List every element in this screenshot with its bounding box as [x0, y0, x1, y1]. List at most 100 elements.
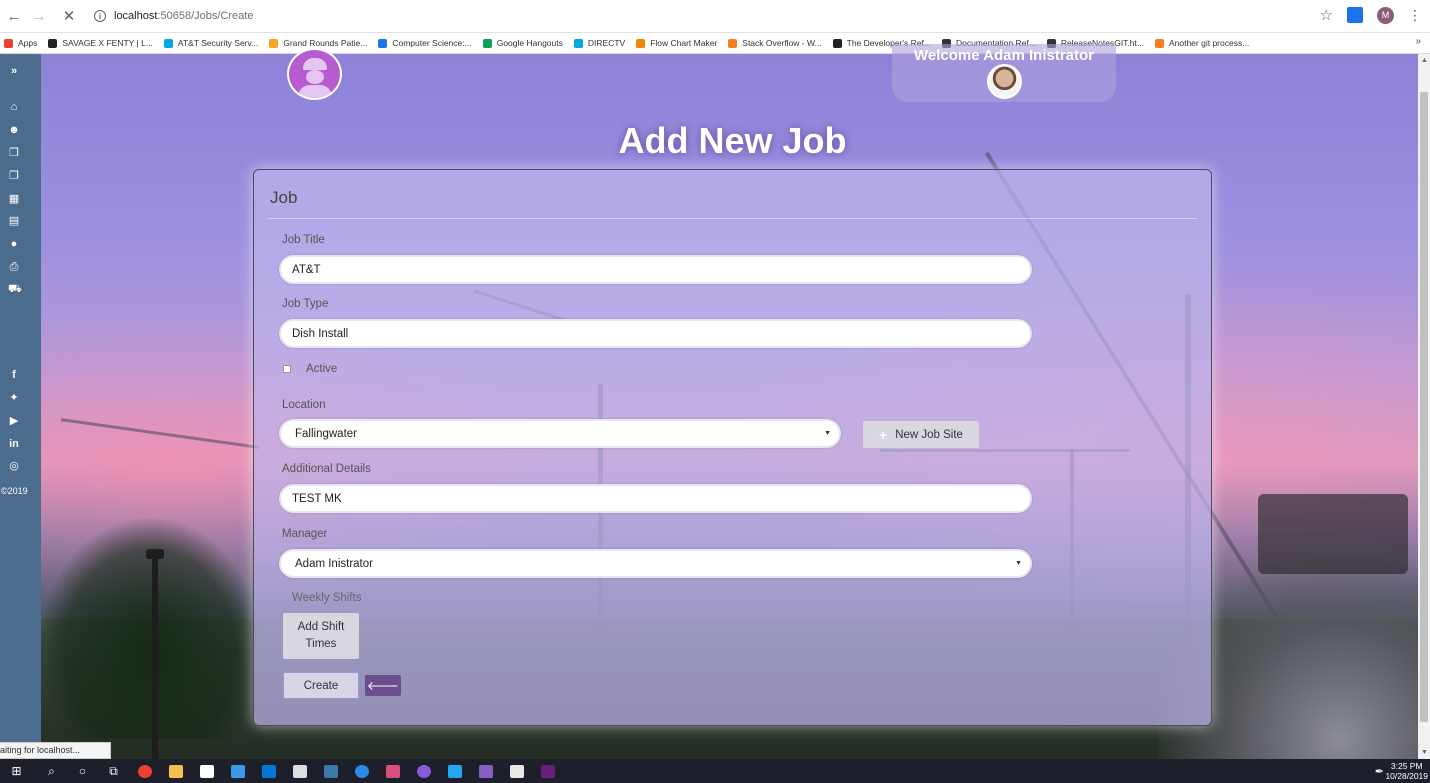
scroll-thumb[interactable]	[1420, 92, 1428, 722]
app-icon[interactable]	[384, 764, 401, 778]
instagram-icon[interactable]: ◎	[8, 461, 20, 472]
visual-studio-icon[interactable]	[477, 764, 494, 778]
pen-icon[interactable]: ✒	[1375, 765, 1384, 778]
job-type-value: Dish Install	[292, 327, 349, 340]
cart-icon[interactable]: ⛟	[8, 284, 22, 295]
location-value: Fallingwater	[295, 427, 357, 440]
page-scrollbar[interactable]: ▲ ▼	[1418, 54, 1430, 759]
bookmark-item[interactable]: Computer Science:...	[378, 38, 472, 48]
print-icon[interactable]: ⎙	[8, 262, 20, 273]
bookmark-favicon-icon	[573, 38, 583, 48]
bookmark-item[interactable]: AT&T Security Serv...	[163, 38, 258, 48]
details-input[interactable]: TEST MK	[279, 484, 1032, 513]
job-title-input[interactable]: AT&T	[279, 255, 1032, 284]
task-view-icon[interactable]: ⧉	[105, 764, 122, 778]
chat-icon[interactable]: ●	[8, 239, 20, 250]
browser-menu-icon[interactable]: ⋮	[1408, 7, 1422, 24]
add-shift-times-button[interactable]: Add Shift Times	[283, 613, 359, 659]
weekly-shifts-label: Weekly Shifts	[292, 592, 362, 604]
welcome-text: Welcome Adam Inistrator	[913, 47, 1095, 64]
vscode-icon[interactable]	[446, 764, 463, 778]
url-path: :50658/Jobs/Create	[157, 10, 254, 22]
facebook-icon[interactable]: f	[8, 370, 20, 381]
company-logo[interactable]	[287, 48, 342, 100]
bookmark-label: Computer Science:...	[392, 38, 472, 48]
bookmark-favicon-icon	[4, 38, 13, 48]
bookmark-label: Stack Overflow - W...	[742, 38, 822, 48]
search-icon[interactable]: ⌕	[43, 764, 60, 778]
manager-select[interactable]: Adam Inistrator ▼	[279, 549, 1032, 578]
extension-icon[interactable]	[1347, 7, 1363, 23]
calendar-icon[interactable]: ▦	[8, 194, 20, 205]
bookmark-item[interactable]: DIRECTV	[573, 38, 626, 48]
user-avatar[interactable]	[987, 64, 1022, 99]
forward-arrow-icon[interactable]: →	[28, 5, 50, 27]
create-label: Create	[303, 679, 339, 692]
bookmark-favicon-icon	[163, 38, 173, 48]
store-icon[interactable]	[198, 764, 215, 778]
bookmark-favicon-icon	[269, 38, 279, 48]
bookmark-star-icon[interactable]: ☆	[1320, 6, 1333, 24]
manager-label: Manager	[282, 528, 328, 540]
bookmark-item[interactable]: Google Hangouts	[482, 38, 563, 48]
address-bar[interactable]: localhost:50658/Jobs/Create	[114, 10, 253, 22]
stop-loading-icon[interactable]: ✕	[58, 5, 80, 27]
site-info-icon[interactable]: i	[94, 10, 106, 22]
system-clock[interactable]: 3:25 PM 10/28/2019	[1385, 761, 1428, 781]
bookmark-item[interactable]: Another git process...	[1154, 38, 1249, 48]
documents-icon[interactable]: ❐	[8, 171, 20, 182]
bookmark-item[interactable]: Apps	[4, 38, 37, 48]
bookmark-item[interactable]: Stack Overflow - W...	[728, 38, 822, 48]
bookmarks-overflow-icon[interactable]: »	[1415, 36, 1421, 47]
app-icon[interactable]	[353, 764, 370, 778]
active-label: Active	[306, 363, 338, 375]
active-checkbox[interactable]	[283, 365, 291, 373]
bookmark-item[interactable]: Flow Chart Maker	[636, 38, 717, 48]
bookmark-label: DIRECTV	[587, 38, 626, 48]
bookmark-favicon-icon	[378, 38, 388, 48]
clock-date: 10/28/2019	[1385, 771, 1428, 781]
bookmark-favicon-icon	[482, 38, 492, 48]
new-job-site-button[interactable]: + New Job Site	[863, 421, 979, 448]
location-label: Location	[282, 399, 326, 411]
id-card-icon[interactable]: ▤	[8, 216, 20, 227]
job-type-input[interactable]: Dish Install	[279, 319, 1032, 348]
bookmark-label: Google Hangouts	[496, 38, 563, 48]
chrome-icon[interactable]	[136, 764, 153, 778]
create-button[interactable]: Create	[283, 672, 359, 699]
windows-start-icon[interactable]: ⊞	[8, 764, 25, 778]
home-icon[interactable]: ⌂	[8, 102, 20, 113]
windows-taskbar: ⊞ ⌕ ○ ⧉ ✒ 3:25 PM 10/28/2019	[0, 759, 1430, 783]
youtube-icon[interactable]: ▶	[8, 416, 20, 427]
back-button[interactable]: 🡐	[365, 675, 401, 696]
notepad-icon[interactable]	[508, 764, 525, 778]
linkedin-icon[interactable]: in	[8, 439, 20, 450]
new-job-site-label: New Job Site	[895, 428, 963, 441]
copyright: ©2019	[1, 486, 28, 496]
arrow-left-icon: 🡐	[366, 679, 400, 693]
expand-icon[interactable]: »	[8, 66, 20, 77]
profile-avatar[interactable]: M	[1377, 6, 1394, 24]
location-select[interactable]: Fallingwater ▼	[279, 419, 841, 448]
back-arrow-icon[interactable]: ←	[3, 5, 25, 27]
visual-studio-icon[interactable]	[539, 764, 556, 778]
job-title-value: AT&T	[292, 263, 321, 276]
cortana-icon[interactable]: ○	[74, 764, 91, 778]
mail-icon[interactable]	[291, 764, 308, 778]
file-explorer-icon[interactable]	[167, 764, 184, 778]
browser-toolbar: ← → ✕ i localhost:50658/Jobs/Create ☆ M …	[0, 0, 1430, 33]
bookmarks-bar: Apps SAVAGE X FENTY | L... AT&T Security S…	[0, 33, 1430, 54]
azure-icon[interactable]	[260, 764, 277, 778]
job-title-label: Job Title	[282, 234, 325, 246]
add-shift-label-line2: Times	[305, 638, 337, 650]
github-icon[interactable]	[415, 764, 432, 778]
bookmark-item[interactable]: SAVAGE X FENTY | L...	[48, 38, 153, 48]
scroll-up-icon[interactable]: ▲	[1421, 57, 1428, 64]
bookmark-item[interactable]: Grand Rounds Patie...	[269, 38, 367, 48]
card-title: Job	[270, 188, 298, 207]
divider	[268, 218, 1197, 219]
scroll-down-icon[interactable]: ▼	[1421, 749, 1428, 756]
twitter-icon[interactable]: ✦	[8, 393, 20, 404]
dropbox-icon[interactable]	[229, 764, 246, 778]
python-icon[interactable]	[322, 764, 339, 778]
